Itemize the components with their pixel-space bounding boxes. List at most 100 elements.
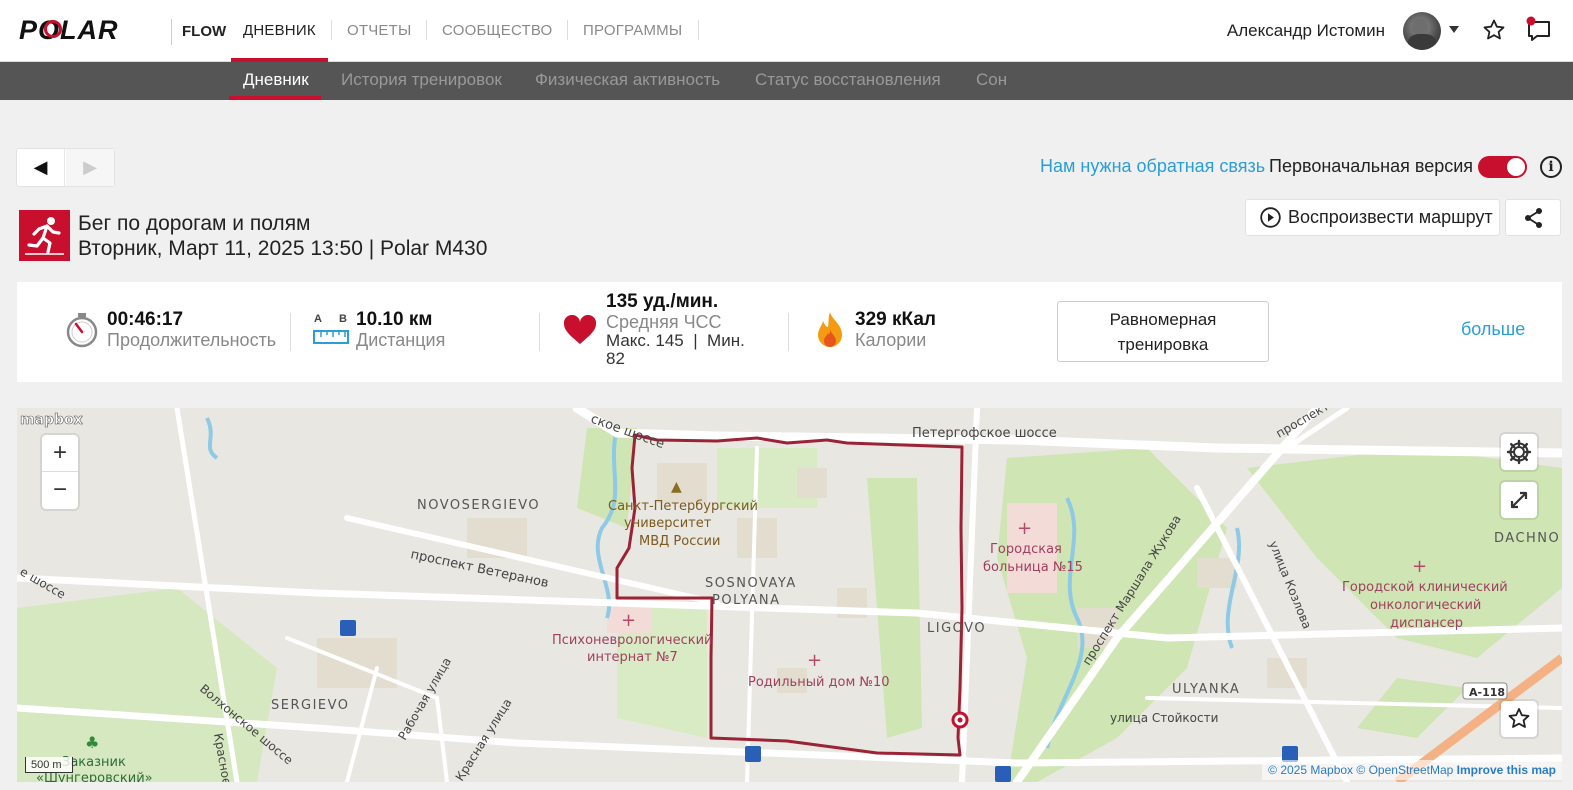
svg-text:▲: ▲: [671, 479, 682, 495]
nav-programs[interactable]: ПРОГРАММЫ: [583, 0, 682, 62]
star-icon[interactable]: [1482, 18, 1506, 42]
distance-value: 10.10 км: [356, 309, 433, 330]
play-route-button[interactable]: Воспроизвести маршрут: [1245, 199, 1500, 236]
svg-text:+: +: [1412, 556, 1427, 577]
svg-text:интернат №7: интернат №7: [587, 650, 678, 665]
training-summary: 00:46:17 Продолжительность A B 10.10 км …: [17, 282, 1562, 382]
nav-separator: [567, 20, 568, 40]
date-navigation: ◀ ▶: [16, 148, 115, 187]
nav-separator: [331, 20, 332, 40]
polar-logo[interactable]: POLAR: [19, 17, 161, 43]
svg-text:+: +: [1017, 518, 1032, 539]
gear-icon: [1506, 439, 1532, 465]
svg-text:SOSNOVAYA: SOSNOVAYA: [705, 576, 797, 591]
svg-text:университет: университет: [624, 516, 712, 531]
original-version-toggle[interactable]: [1478, 156, 1527, 178]
nav-separator: [698, 20, 699, 40]
svg-text:+: +: [807, 650, 822, 671]
previous-button[interactable]: ◀: [17, 149, 65, 186]
svg-text:улица Стойкости: улица Стойкости: [1110, 711, 1218, 725]
svg-text:Городская: Городская: [990, 542, 1062, 557]
original-version-label: Первоначальная версия: [1269, 156, 1474, 176]
more-link[interactable]: больше: [1461, 319, 1525, 340]
distance-icon-a: A: [314, 313, 322, 325]
distance-icon: A B: [313, 312, 351, 347]
map-attribution: © 2025 Mapbox © OpenStreetMap Improve th…: [1262, 760, 1562, 780]
subnav-sleep[interactable]: Сон: [976, 62, 1007, 100]
svg-text:Рабочая улица: Рабочая улица: [395, 655, 454, 742]
star-icon: [1508, 708, 1530, 728]
polar-logo-text: POLAR: [19, 17, 119, 43]
heart-icon: [563, 315, 597, 344]
chevron-down-icon[interactable]: [1449, 26, 1459, 33]
map-favorite-button[interactable]: [1501, 701, 1537, 737]
svg-text:+: +: [621, 610, 636, 631]
map-canvas[interactable]: ▲ + + + + ♣ Петергофское шоссе ское шосс…: [17, 408, 1562, 782]
svg-text:онкологический: онкологический: [1370, 598, 1481, 613]
svg-text:NOVOSERGIEVO: NOVOSERGIEVO: [417, 498, 540, 513]
running-sport-icon: [19, 210, 70, 261]
svg-text:больница №15: больница №15: [983, 560, 1083, 575]
session-subtitle: Вторник, Март 11, 2025 13:50 | Polar M43…: [78, 237, 488, 260]
stopwatch-icon: [66, 313, 98, 348]
svg-text:диспансер: диспансер: [1390, 616, 1463, 631]
heart-rate-minmax: Макс. 145 | Мин.: [606, 331, 745, 350]
notifications-icon[interactable]: [1525, 16, 1553, 42]
svg-text:POLYANA: POLYANA: [712, 593, 781, 608]
svg-text:ULYANKA: ULYANKA: [1172, 682, 1240, 697]
svg-text:МВД России: МВД России: [639, 534, 720, 549]
session-title: Бег по дорогам и полям: [78, 212, 311, 235]
subnav-diary[interactable]: Дневник: [229, 62, 321, 100]
nav-separator: [426, 20, 427, 40]
user-name[interactable]: Александр Истомин: [1227, 21, 1385, 41]
subnav-training-history[interactable]: История тренировок: [341, 62, 502, 100]
info-icon[interactable]: i: [1540, 156, 1562, 178]
calories-label: Калории: [855, 330, 927, 350]
avatar[interactable]: [1403, 12, 1441, 50]
subnav-activity[interactable]: Физическая активность: [535, 62, 720, 100]
zoom-out-button[interactable]: −: [42, 472, 78, 509]
heart-rate-value: 135 уд./мин.: [606, 291, 719, 312]
stat-divider: [290, 313, 291, 351]
svg-text:Психоневрологический: Психоневрологический: [552, 633, 713, 648]
stat-divider: [788, 313, 789, 351]
share-icon: [1525, 208, 1542, 228]
next-button[interactable]: ▶: [66, 149, 114, 186]
training-benefit-line2: тренировка: [1117, 335, 1209, 354]
stat-divider: [539, 313, 540, 351]
top-navigation-bar: POLAR FLOW ДНЕВНИК ОТЧЕТЫ СООБЩЕСТВО ПРО…: [0, 0, 1573, 62]
mapbox-logo[interactable]: mapbox: [20, 412, 83, 429]
improve-map-link[interactable]: Improve this map: [1457, 763, 1556, 777]
route-map[interactable]: ▲ + + + + ♣ Петергофское шоссе ское шосс…: [17, 408, 1562, 782]
map-scale: 500 m: [25, 757, 73, 773]
svg-text:♣: ♣: [85, 733, 99, 752]
heart-rate-min-value: 82: [606, 349, 625, 368]
svg-text:SERGIEVO: SERGIEVO: [271, 698, 350, 713]
training-benefit-button[interactable]: Равномерная тренировка: [1057, 301, 1269, 362]
svg-text:LIGOVO: LIGOVO: [927, 621, 986, 636]
play-route-label: Воспроизвести маршрут: [1288, 207, 1493, 227]
nav-diary[interactable]: ДНЕВНИК: [231, 0, 328, 62]
fullscreen-button[interactable]: [1501, 482, 1537, 518]
nav-reports[interactable]: ОТЧЕТЫ: [347, 0, 411, 62]
flow-label: FLOW: [171, 19, 226, 45]
svg-text:Петергофское шоссе: Петергофское шоссе: [912, 426, 1057, 441]
svg-text:DACHNO: DACHNO: [1494, 531, 1560, 546]
zoom-in-button[interactable]: +: [42, 435, 78, 472]
duration-value: 00:46:17: [107, 309, 184, 330]
flame-icon: [818, 312, 842, 347]
svg-text:улица Козлова: улица Козлова: [1266, 539, 1314, 631]
share-button[interactable]: [1505, 199, 1561, 236]
map-settings-button[interactable]: [1501, 434, 1537, 470]
attribution-osm[interactable]: © OpenStreetMap: [1356, 763, 1453, 777]
duration-label: Продолжительность: [107, 330, 277, 350]
subnav-recovery-status[interactable]: Статус восстановления: [755, 62, 941, 100]
sub-navigation-bar: Дневник История тренировок Физическая ак…: [0, 62, 1573, 100]
zoom-controls: + −: [42, 435, 78, 509]
svg-text:А-118: А-118: [1469, 686, 1505, 699]
nav-community[interactable]: СООБЩЕСТВО: [442, 0, 552, 62]
feedback-link[interactable]: Нам нужна обратная связь: [1040, 156, 1265, 177]
attribution-mapbox[interactable]: © 2025 Mapbox: [1268, 763, 1353, 777]
heart-rate-label: Средняя ЧСС: [606, 312, 722, 332]
play-icon: [1260, 207, 1281, 228]
